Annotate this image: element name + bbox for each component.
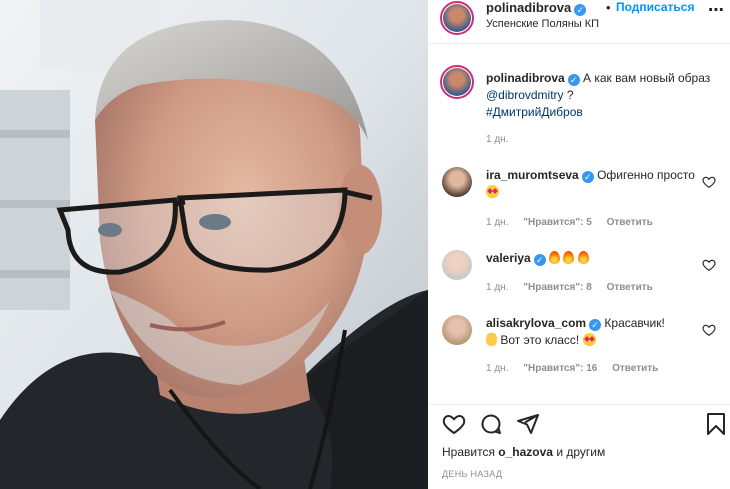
post-caption: polinadibrova ✓ А как вам новый образ @di… (486, 70, 716, 121)
comment-meta: 1 дн. "Нравится": 16 Ответить (486, 363, 670, 374)
comment-body: Офигенно просто (597, 168, 695, 182)
comment-likes[interactable]: "Нравится": 5 (523, 217, 592, 228)
comment-text: valeriya ✓ (486, 250, 701, 267)
separator-dot: • (606, 0, 611, 15)
verified-badge-icon: ✓ (574, 4, 587, 16)
author-avatar[interactable] (440, 1, 474, 35)
comment-time[interactable]: 1 дн. (486, 282, 508, 293)
reply-button[interactable]: Ответить (607, 282, 653, 293)
comment-time[interactable]: 1 дн. (486, 217, 508, 228)
comment-meta: 1 дн. "Нравится": 5 Ответить (486, 217, 665, 228)
comment-likes[interactable]: "Нравится": 8 (523, 282, 592, 293)
likes-suffix[interactable]: и другим (556, 445, 605, 459)
caption-timestamp[interactable]: 1 дн. (486, 134, 508, 145)
heart-icon[interactable] (442, 412, 466, 436)
comment-time[interactable]: 1 дн. (486, 363, 508, 374)
comment-meta: 1 дн. "Нравится": 8 Ответить (486, 282, 665, 293)
ok-hand-emoji (486, 333, 497, 346)
star-struck-emoji (582, 333, 596, 346)
comment-text: ira_muromtseva ✓ Офигенно просто (486, 167, 701, 201)
share-icon[interactable] (516, 412, 540, 436)
likes-prefix: Нравится (442, 445, 495, 459)
post-date[interactable]: ДЕНЬ НАЗАД (442, 469, 502, 479)
bookmark-icon[interactable] (704, 412, 728, 436)
commenter-username[interactable]: valeriya (486, 251, 531, 265)
comment-likes[interactable]: "Нравится": 16 (523, 363, 597, 374)
caption-author-avatar[interactable] (440, 65, 474, 99)
more-horizontal-icon[interactable]: ⋯ (708, 0, 725, 20)
comment-body: Красавчик! (604, 316, 665, 330)
caption-hashtag[interactable]: #ДмитрийДибров (486, 105, 583, 119)
commenter-avatar[interactable] (442, 250, 472, 280)
verified-badge-icon: ✓ (581, 171, 594, 183)
verified-badge-icon: ✓ (589, 319, 602, 331)
caption-text-after: ? (563, 88, 574, 102)
commenter-avatar[interactable] (442, 315, 472, 345)
likes-summary[interactable]: Нравится o_hazova и другим (442, 445, 605, 459)
reply-button[interactable]: Ответить (612, 363, 658, 374)
comment-body-line2: Вот это класс! (500, 333, 580, 347)
comment-text: alisakrylova_com ✓ Красавчик! Вот это кла… (486, 315, 701, 349)
author-username-text[interactable]: polinadibrova (486, 0, 571, 15)
portrait-image (0, 0, 428, 489)
post-action-bar (428, 412, 730, 440)
reply-button[interactable]: Ответить (607, 217, 653, 228)
comment-like-heart-icon[interactable] (702, 323, 716, 337)
comment-like-heart-icon[interactable] (702, 258, 716, 272)
commenter-avatar[interactable] (442, 167, 472, 197)
author-username[interactable]: polinadibrova ✓ (486, 0, 587, 16)
verified-badge-icon: ✓ (567, 74, 580, 86)
post-side-panel: polinadibrova ✓ • Подписаться Успенские П… (428, 0, 730, 489)
post-photo[interactable] (0, 0, 428, 489)
likes-user[interactable]: o_hazova (498, 445, 553, 459)
caption-text: А как вам новый образ (583, 71, 711, 85)
caption-username[interactable]: polinadibrova (486, 71, 565, 85)
fire-emoji (577, 251, 589, 264)
commenter-username[interactable]: ira_muromtseva (486, 168, 579, 182)
actions-divider (428, 404, 730, 405)
comment-like-heart-icon[interactable] (702, 175, 716, 189)
fire-emoji (563, 251, 575, 264)
location-link[interactable]: Успенские Поляны КП (486, 18, 599, 30)
star-struck-emoji (486, 185, 499, 198)
fire-emoji (549, 251, 561, 264)
follow-button[interactable]: Подписаться (616, 0, 694, 14)
verified-badge-icon: ✓ (533, 254, 546, 266)
comment-icon[interactable] (479, 412, 503, 436)
commenter-username[interactable]: alisakrylova_com (486, 316, 586, 330)
post-header: polinadibrova ✓ • Подписаться Успенские П… (428, 0, 730, 44)
caption-mention[interactable]: @dibrovdmitry (486, 88, 564, 102)
